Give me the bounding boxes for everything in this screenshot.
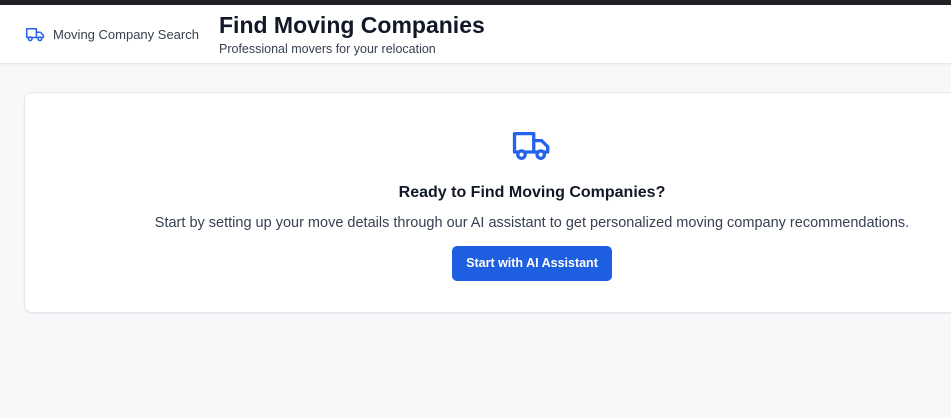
- empty-state-description: Start by setting up your move details th…: [154, 215, 910, 231]
- brand-label: Moving Company Search: [53, 26, 199, 42]
- title-block: Find Moving Companies Professional mover…: [219, 11, 485, 57]
- page-subtitle: Professional movers for your relocation: [219, 42, 436, 56]
- brand[interactable]: Moving Company Search: [25, 24, 199, 44]
- page-header: Moving Company Search Find Moving Compan…: [0, 5, 951, 64]
- empty-state-heading: Ready to Find Moving Companies?: [398, 184, 666, 201]
- empty-state-content: Ready to Find Moving Companies? Start by…: [25, 93, 951, 281]
- start-ai-assistant-button[interactable]: Start with AI Assistant: [452, 246, 612, 281]
- page-title: Find Moving Companies: [219, 12, 485, 38]
- truck-icon: [25, 27, 45, 42]
- empty-state-card: Ready to Find Moving Companies? Start by…: [24, 92, 951, 313]
- truck-icon: [512, 131, 550, 160]
